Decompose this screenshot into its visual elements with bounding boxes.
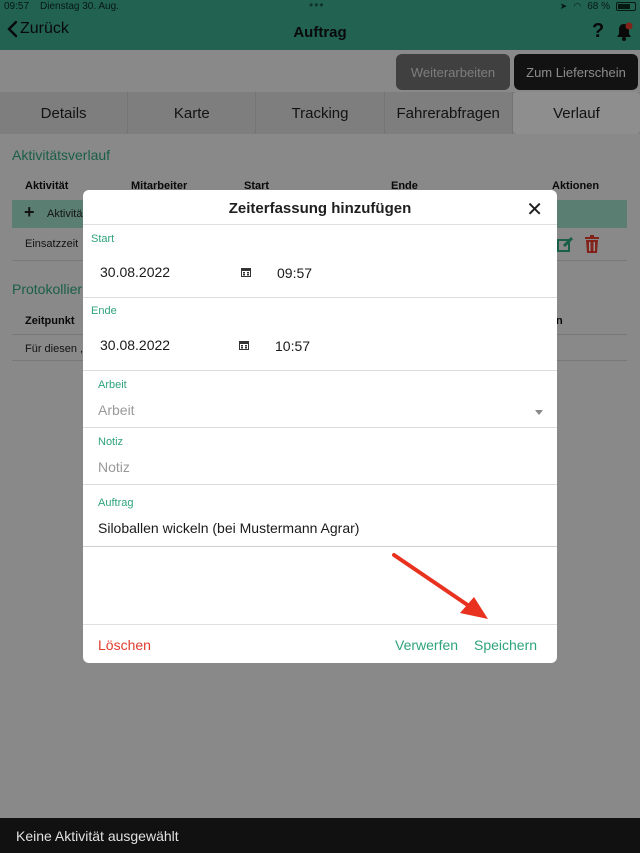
work-select[interactable]: Arbeit [98,402,135,418]
end-field: Ende 30.08.2022 10:57 [83,298,557,371]
calendar-icon[interactable] [239,340,249,350]
order-field[interactable]: Auftrag Siloballen wickeln (bei Musterma… [83,485,557,547]
start-label: Start [91,233,115,245]
note-field[interactable]: Notiz Notiz [83,428,557,485]
close-icon[interactable]: ✕ [526,197,543,222]
start-field: Start 30.08.2022 09:57 [83,226,557,298]
start-time-input[interactable]: 09:57 [277,265,312,281]
work-label: Arbeit [98,379,127,391]
calendar-icon[interactable] [241,267,251,277]
bottom-status-text: Keine Aktivität ausgewählt [16,828,179,844]
note-label: Notiz [98,436,124,448]
bottom-status-bar: Keine Aktivität ausgewählt [0,818,640,853]
end-time-input[interactable]: 10:57 [275,338,310,354]
dropdown-caret-icon[interactable] [535,410,543,415]
end-date-input[interactable]: 30.08.2022 [100,337,170,353]
dialog-header: Zeiterfassung hinzufügen ✕ [83,190,557,225]
order-label: Auftrag [98,497,134,509]
note-input[interactable]: Notiz [98,459,130,475]
save-button[interactable]: Speichern [474,637,537,653]
start-date-input[interactable]: 30.08.2022 [100,264,170,280]
annotation-arrow-icon [392,553,488,619]
order-value[interactable]: Siloballen wickeln (bei Mustermann Agrar… [98,520,359,536]
end-label: Ende [91,305,117,317]
delete-button[interactable]: Löschen [98,637,151,653]
dialog-title: Zeiterfassung hinzufügen [228,200,412,217]
discard-button[interactable]: Verwerfen [395,637,458,653]
work-field[interactable]: Arbeit Arbeit [83,371,557,428]
